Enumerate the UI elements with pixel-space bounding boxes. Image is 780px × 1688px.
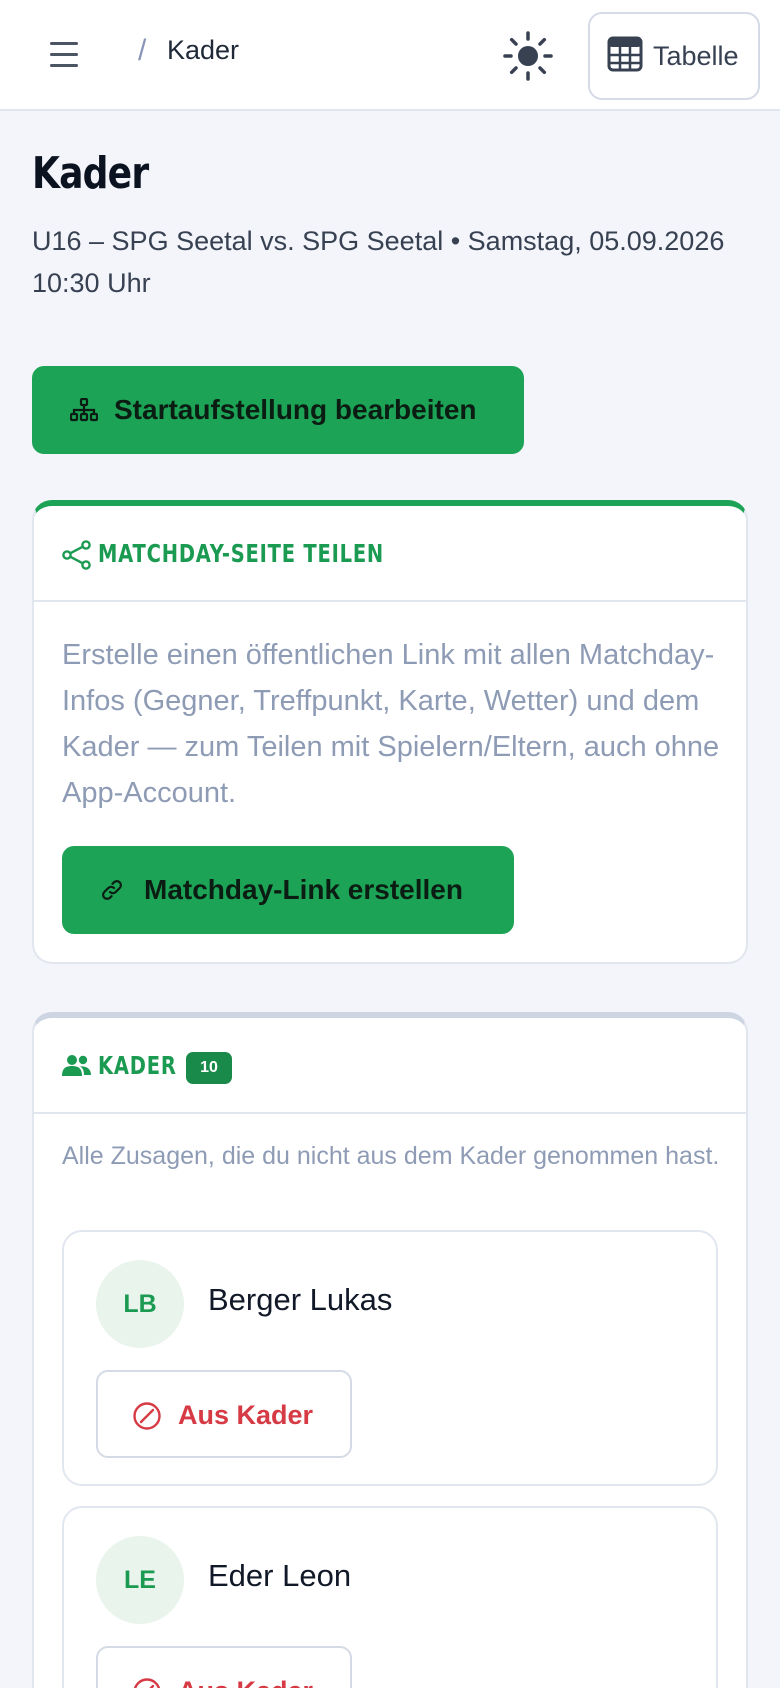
link-icon bbox=[102, 880, 122, 900]
edit-lineup-button[interactable]: Startaufstellung bearbeiten bbox=[32, 366, 524, 454]
player-name: Berger Lukas bbox=[208, 1282, 393, 1317]
create-matchday-link-button[interactable]: Matchday-Link erstellen bbox=[62, 846, 514, 934]
kader-card-header: KADER 10 bbox=[34, 1018, 746, 1114]
theme-toggle-button[interactable] bbox=[502, 30, 554, 82]
table-icon bbox=[607, 36, 643, 72]
hamburger-icon bbox=[50, 42, 78, 45]
breadcrumb-separator: / bbox=[138, 34, 147, 67]
avatar: LB bbox=[96, 1260, 184, 1348]
share-card-title: MATCHDAY-SEITE TEILEN bbox=[98, 539, 385, 568]
player-card: LB Berger Lukas Aus Kader bbox=[62, 1230, 718, 1486]
player-name: Eder Leon bbox=[208, 1558, 352, 1593]
ban-icon bbox=[133, 1678, 161, 1688]
share-card-header: MATCHDAY-SEITE TEILEN bbox=[34, 506, 746, 602]
top-bar: / Kader Tabelle bbox=[0, 0, 780, 111]
table-button-label: Tabelle bbox=[653, 41, 739, 71]
menu-button[interactable] bbox=[44, 36, 84, 72]
hamburger-icon-line bbox=[50, 53, 78, 56]
ban-icon bbox=[133, 1402, 161, 1430]
share-card-description: Erstelle einen öffentlichen Link mit all… bbox=[62, 639, 720, 809]
users-icon bbox=[62, 1055, 91, 1076]
remove-button-label: Aus Kader bbox=[178, 1676, 313, 1688]
page-title: Kader bbox=[32, 148, 149, 199]
kader-note: Alle Zusagen, die du nicht aus dem Kader… bbox=[62, 1142, 720, 1170]
remove-from-kader-button[interactable]: Aus Kader bbox=[96, 1646, 352, 1688]
share-matchday-card: MATCHDAY-SEITE TEILEN Erstelle einen öff… bbox=[32, 500, 748, 964]
kader-card-title: KADER bbox=[98, 1051, 177, 1080]
hamburger-icon-line bbox=[50, 64, 78, 67]
player-card: LE Eder Leon Aus Kader bbox=[62, 1506, 718, 1688]
share-icon bbox=[62, 540, 91, 570]
edit-lineup-label: Startaufstellung bearbeiten bbox=[114, 394, 477, 425]
create-link-label: Matchday-Link erstellen bbox=[144, 874, 463, 905]
remove-button-label: Aus Kader bbox=[178, 1400, 314, 1430]
avatar: LE bbox=[96, 1536, 184, 1624]
table-button[interactable]: Tabelle bbox=[588, 12, 760, 100]
kader-card: KADER 10 Alle Zusagen, die du nicht aus … bbox=[32, 1012, 748, 1688]
match-subtitle: U16 – SPG Seetal vs. SPG Seetal • Samsta… bbox=[32, 226, 725, 298]
breadcrumb-current: Kader bbox=[167, 35, 240, 65]
remove-from-kader-button[interactable]: Aus Kader bbox=[96, 1370, 352, 1458]
sitemap-icon bbox=[70, 398, 98, 422]
kader-count-badge: 10 bbox=[186, 1052, 232, 1084]
sun-icon bbox=[503, 31, 553, 81]
